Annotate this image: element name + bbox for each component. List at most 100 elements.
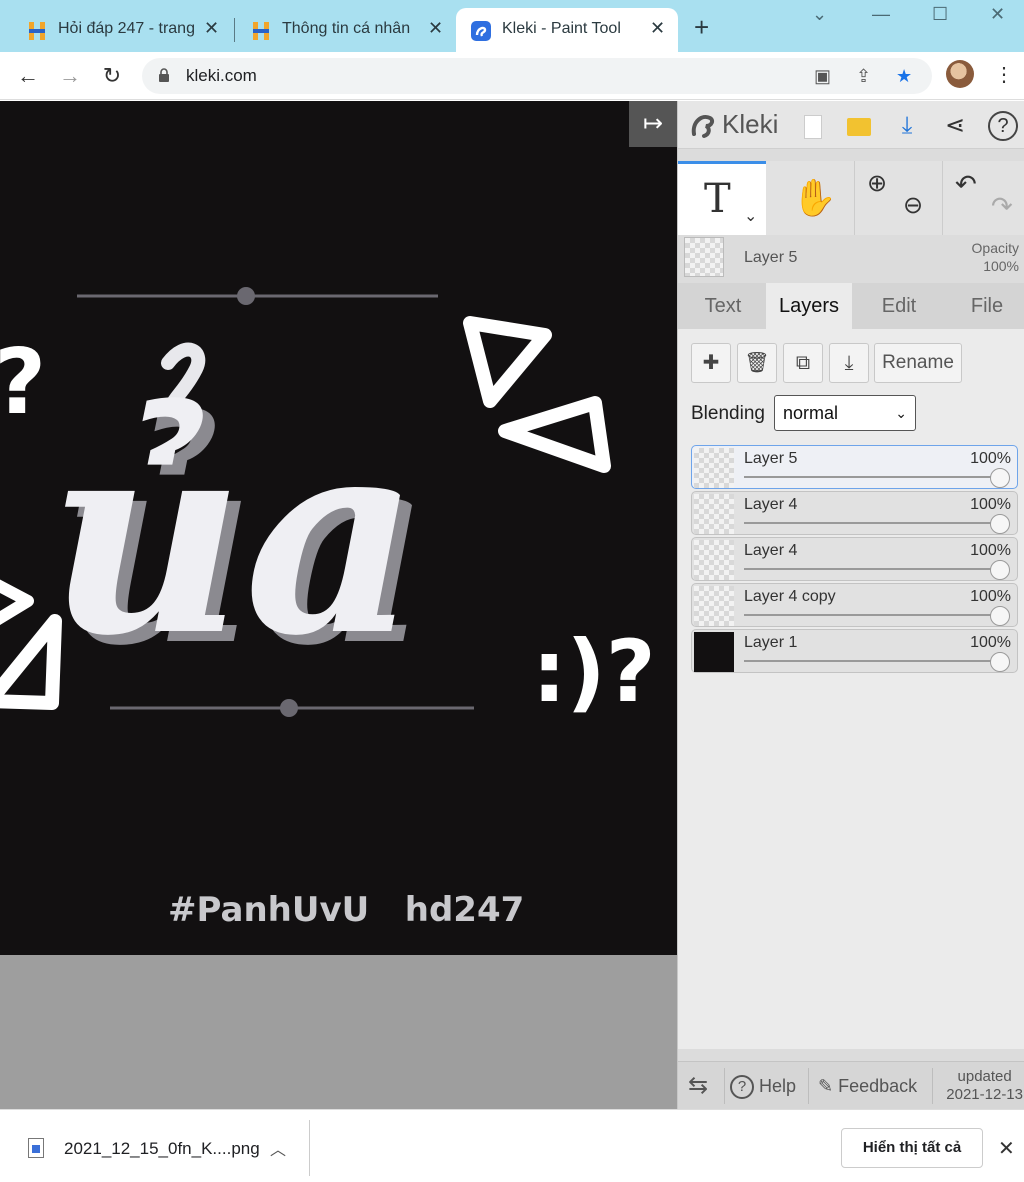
rename-layer-button[interactable]: Rename: [874, 343, 962, 383]
image-file-icon: [28, 1138, 44, 1158]
layer-opacity-slider[interactable]: [744, 660, 1006, 662]
layers-panel: ✚ 🗑 ⧉ ⤓ Rename Blending normal ⌄ Layer 5…: [678, 329, 1024, 1049]
layer-opacity-knob[interactable]: [990, 514, 1010, 534]
lock-icon: [159, 68, 169, 82]
duplicate-layer-button[interactable]: ⧉: [783, 343, 823, 383]
close-download-bar-icon[interactable]: ✕: [998, 1136, 1015, 1161]
merge-down-button[interactable]: ⤓: [829, 343, 869, 383]
chevron-up-icon[interactable]: ︿: [270, 1136, 286, 1160]
delete-layer-button[interactable]: 🗑: [737, 343, 777, 383]
chevron-down-icon: ⌄: [895, 405, 907, 421]
new-image-icon[interactable]: [798, 111, 828, 141]
layer-row[interactable]: Layer 1 100%: [691, 629, 1018, 673]
layer-opacity-knob[interactable]: [990, 652, 1010, 672]
updated-date: 2021-12-13: [946, 1086, 1023, 1103]
zoom-out-icon[interactable]: ⊖: [903, 191, 923, 220]
minimize-icon[interactable]: —: [872, 4, 890, 25]
tab-kleki[interactable]: Kleki - Paint Tool ✕: [456, 8, 678, 52]
tool-row: T ⌄ ✋ ⊕ ⊖ ↶ ↷: [678, 161, 1024, 235]
footer-divider: [932, 1068, 933, 1104]
add-layer-button[interactable]: ✚: [691, 343, 731, 383]
current-layer-name: Layer 5: [744, 249, 798, 266]
profile-avatar[interactable]: [946, 60, 974, 88]
undo-icon[interactable]: ↶: [955, 169, 977, 200]
layer-opacity-slider[interactable]: [744, 522, 1006, 524]
close-tab-icon[interactable]: ✕: [204, 18, 219, 39]
text-tool-icon: T: [704, 176, 731, 222]
tab-search-icon[interactable]: ⌄: [812, 4, 827, 25]
hoidap-favicon-icon: [29, 22, 45, 40]
duplicate-icon: ⧉: [795, 352, 811, 374]
download-file-name[interactable]: 2021_12_15_0fn_K....png: [64, 1139, 260, 1159]
layer-name: Layer 4: [744, 496, 798, 513]
opacity-readout: Opacity 100%: [972, 239, 1019, 275]
layer-row[interactable]: Layer 5 100%: [691, 445, 1018, 489]
hand-tool-button[interactable]: ✋: [766, 161, 854, 235]
layer-row[interactable]: Layer 4 copy 100%: [691, 583, 1018, 627]
reload-icon[interactable]: ↻: [98, 60, 126, 92]
open-folder-icon[interactable]: [844, 111, 874, 141]
opacity-value: 100%: [983, 258, 1019, 274]
maximize-icon[interactable]: ☐: [932, 4, 948, 25]
layer-name: Layer 1: [744, 634, 798, 651]
tab-layers[interactable]: Layers: [766, 283, 852, 329]
history-tools: ↶ ↷: [942, 161, 1024, 235]
chevron-down-icon[interactable]: ⌄: [744, 206, 757, 226]
help-circle-icon[interactable]: ?: [988, 111, 1018, 141]
translate-icon[interactable]: ▣: [814, 66, 831, 87]
close-tab-icon[interactable]: ✕: [650, 18, 665, 39]
layer-opacity-knob[interactable]: [990, 606, 1010, 626]
feedback-button[interactable]: ✎ Feedback: [818, 1062, 917, 1110]
redo-icon[interactable]: ↷: [991, 191, 1013, 222]
browser-toolbar: ← → ↻ kleki.com ▣ ⇪ ★: [0, 52, 1024, 100]
layer-opacity-knob[interactable]: [990, 468, 1010, 488]
tab-file[interactable]: File: [944, 283, 1024, 329]
layer-opacity-knob[interactable]: [990, 560, 1010, 580]
close-tab-icon[interactable]: ✕: [428, 18, 443, 39]
back-icon[interactable]: ←: [14, 60, 42, 92]
tab-title: Hỏi đáp 247 - trang: [58, 20, 195, 37]
tab-hoidap[interactable]: Hỏi đáp 247 - trang ✕: [0, 8, 230, 52]
text-tool-button[interactable]: T ⌄: [678, 161, 766, 235]
tab-title: Kleki - Paint Tool: [502, 20, 621, 37]
zoom-tools: ⊕ ⊖: [854, 161, 942, 235]
layer-name: Layer 4 copy: [744, 588, 836, 605]
share-icon[interactable]: ⇪: [856, 66, 871, 87]
browser-menu-icon[interactable]: ⋮: [994, 62, 1014, 87]
swap-sides-icon[interactable]: ⇆: [688, 1062, 708, 1110]
layer-opacity-slider[interactable]: [744, 568, 1006, 570]
layer-row[interactable]: Layer 4 100%: [691, 491, 1018, 535]
help-button[interactable]: ? Help: [730, 1062, 796, 1110]
layer-name: Layer 4: [744, 542, 798, 559]
download-bar: 2021_12_15_0fn_K....png ︿ Hiển thị tất c…: [0, 1109, 1024, 1182]
footer-divider: [724, 1068, 725, 1104]
zoom-in-icon[interactable]: ⊕: [867, 169, 887, 198]
artboard[interactable]: ? ủa ủa :)? #PanhUvU hd247 ↦: [0, 101, 677, 955]
tab-thongtin[interactable]: Thông tin cá nhân ✕: [224, 8, 454, 52]
layer-opacity-slider[interactable]: [744, 614, 1006, 616]
address-bar[interactable]: kleki.com ▣ ⇪ ★: [142, 58, 932, 94]
kleki-favicon-icon: [471, 21, 491, 41]
tab-text[interactable]: Text: [680, 283, 766, 329]
artwork-letters: ủa: [48, 377, 419, 695]
collapse-panel-button[interactable]: ↦: [629, 101, 677, 147]
close-window-icon[interactable]: ✕: [990, 4, 1005, 25]
bookmark-star-icon[interactable]: ★: [896, 66, 912, 87]
kleki-logo[interactable]: Kleki: [688, 109, 778, 140]
new-tab-button[interactable]: +: [694, 14, 709, 40]
share-app-icon[interactable]: ⋖: [940, 111, 970, 141]
layer-row[interactable]: Layer 4 100%: [691, 537, 1018, 581]
brand-name: Kleki: [722, 109, 779, 139]
forward-icon[interactable]: →: [56, 60, 84, 92]
tab-title: Thông tin cá nhân: [282, 20, 411, 37]
blending-select[interactable]: normal ⌄: [774, 395, 916, 431]
show-all-downloads-button[interactable]: Hiển thị tất cả: [841, 1128, 983, 1168]
artwork-caption: #PanhUvU hd247: [168, 890, 524, 930]
tab-edit[interactable]: Edit: [856, 283, 942, 329]
layer-opacity: 100%: [970, 634, 1011, 651]
layer-thumbnail: [694, 494, 734, 534]
download-icon[interactable]: ⤓: [892, 111, 922, 141]
layer-opacity-slider[interactable]: [744, 476, 1006, 478]
layer-opacity: 100%: [970, 588, 1011, 605]
canvas-area[interactable]: ? ủa ủa :)? #PanhUvU hd247 ↦: [0, 101, 677, 1109]
